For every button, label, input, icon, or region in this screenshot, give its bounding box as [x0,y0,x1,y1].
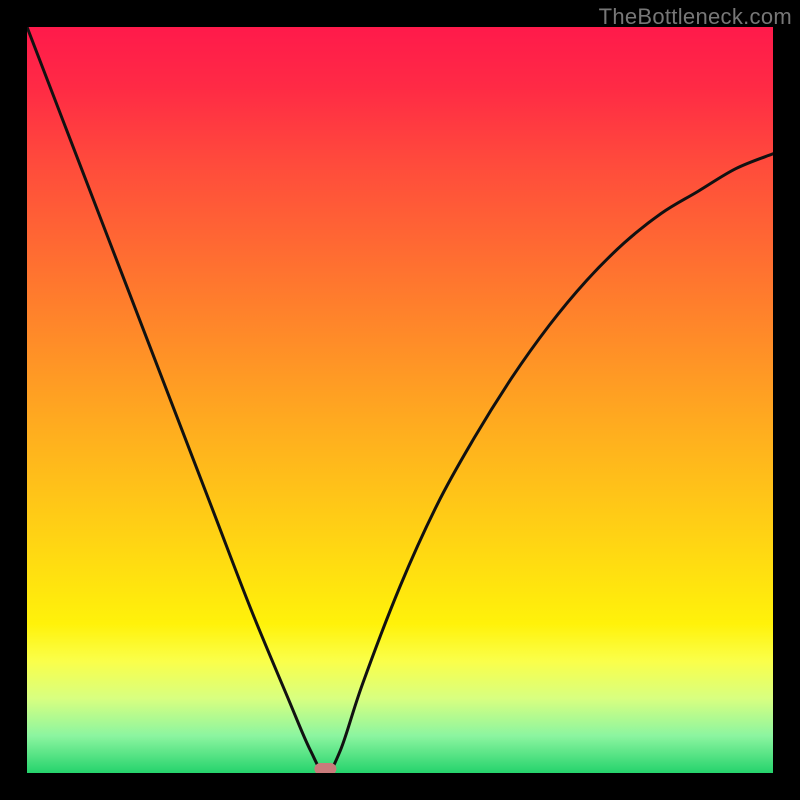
plot-area [27,27,773,773]
bottleneck-curve [27,27,773,773]
outer-frame: TheBottleneck.com [0,0,800,800]
watermark-text: TheBottleneck.com [599,4,792,30]
min-marker [314,763,336,773]
curve-svg [27,27,773,773]
